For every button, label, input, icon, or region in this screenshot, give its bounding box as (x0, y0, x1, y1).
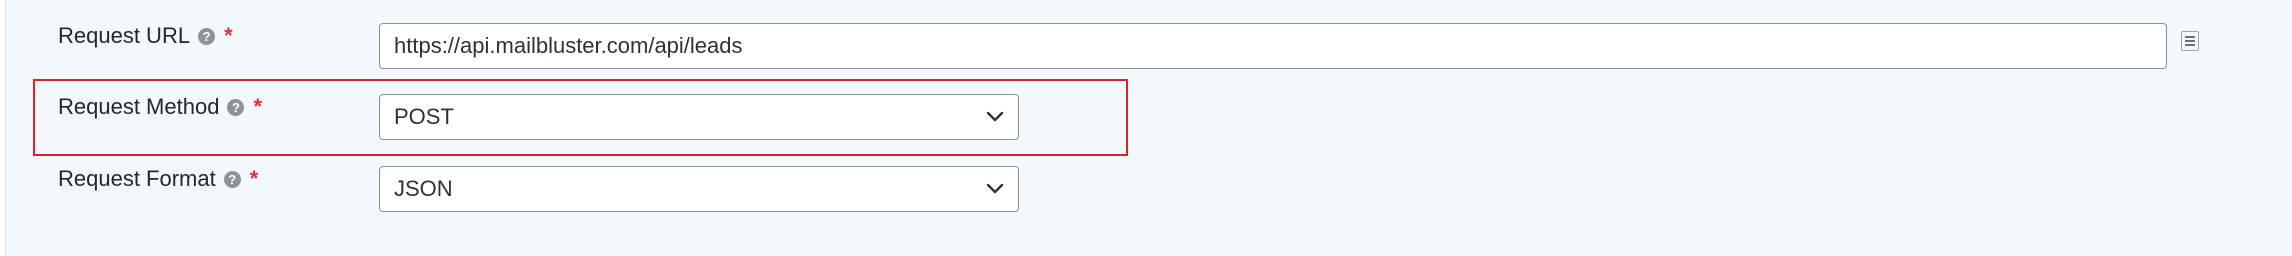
request-url-label: Request URL (58, 23, 191, 48)
request-format-select[interactable]: JSON (379, 166, 1019, 212)
settings-panel: Request URL ? * https://api.mailbluster.… (5, 0, 2292, 256)
request-format-label-group: Request Format ? * (58, 166, 258, 192)
request-method-select[interactable]: POST (379, 94, 1019, 140)
question-circle-icon[interactable]: ? (227, 98, 245, 116)
request-url-value: https://api.mailbluster.com/api/leads (394, 33, 743, 58)
request-method-label: Request Method (58, 94, 220, 119)
required-marker: * (249, 166, 259, 191)
request-url-input[interactable]: https://api.mailbluster.com/api/leads (379, 23, 2167, 69)
question-circle-icon[interactable]: ? (223, 170, 241, 188)
request-format-label: Request Format (58, 166, 216, 191)
required-marker: * (253, 94, 262, 119)
request-format-selected: JSON (394, 176, 453, 201)
request-url-label-group: Request URL ? * (58, 23, 233, 49)
chevron-down-icon (986, 111, 1004, 122)
required-marker: * (224, 23, 233, 48)
merge-tags-icon[interactable] (2181, 31, 2199, 51)
request-method-label-group: Request Method ? * (58, 94, 262, 120)
request-method-selected: POST (394, 104, 454, 129)
chevron-down-icon (986, 183, 1004, 194)
question-circle-icon[interactable]: ? (198, 27, 216, 45)
